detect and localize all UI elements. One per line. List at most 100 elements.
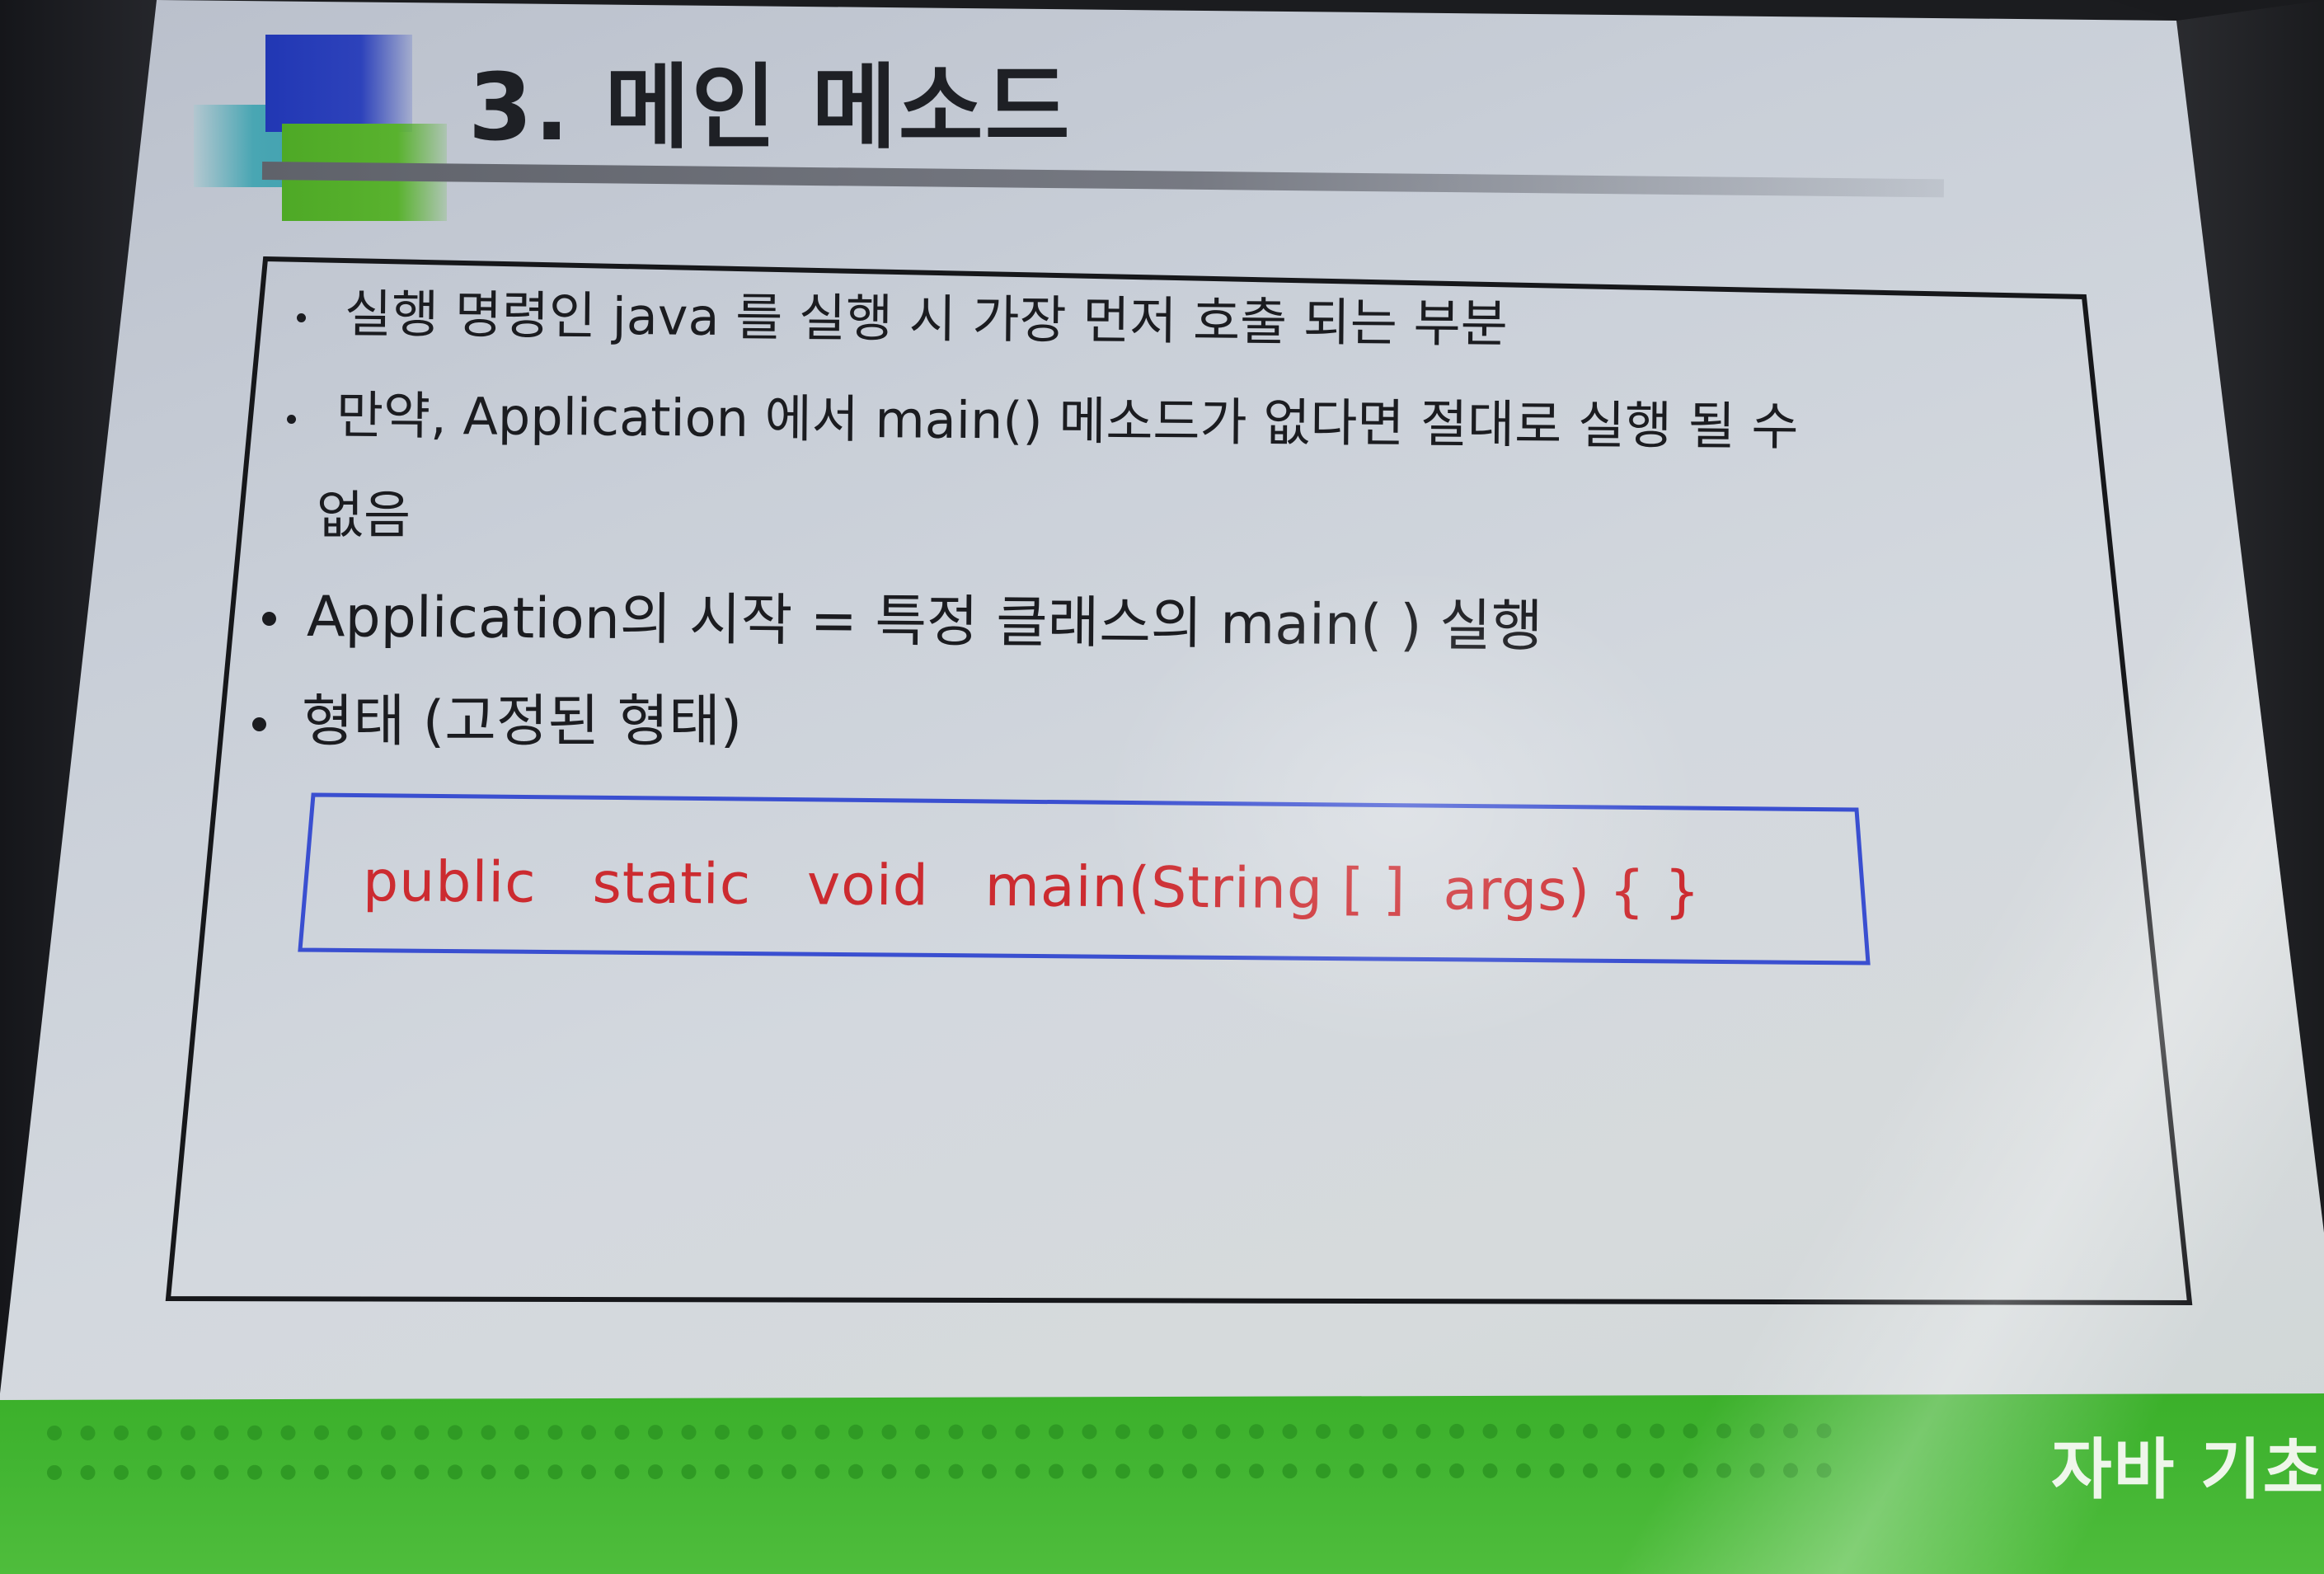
footer-dot — [314, 1464, 329, 1480]
footer-dot — [1516, 1423, 1531, 1439]
footer-dot — [1583, 1463, 1598, 1478]
bullet-text-2: 만약, Application 에서 main() 메소드가 없다면 절대로 실… — [336, 385, 1799, 457]
footer-dot — [414, 1425, 430, 1440]
footer-dot — [1215, 1464, 1231, 1479]
footer-dot — [1115, 1464, 1130, 1479]
footer-dot — [181, 1425, 195, 1440]
footer-dot — [514, 1425, 529, 1440]
footer-dot — [782, 1464, 796, 1479]
footer-dot — [514, 1464, 529, 1480]
footer-dot — [1182, 1464, 1197, 1479]
footer-dot — [1616, 1463, 1631, 1478]
footer-dot — [1282, 1424, 1298, 1440]
footer-dot — [1148, 1424, 1164, 1440]
footer-dot — [1316, 1464, 1331, 1479]
footer-dot — [1549, 1463, 1565, 1478]
footer-dot — [114, 1464, 129, 1480]
footer-dot — [982, 1464, 997, 1479]
footer-dot — [1449, 1423, 1464, 1439]
footer-dot — [47, 1426, 62, 1440]
footer-dot — [1783, 1423, 1798, 1439]
footer-dot — [1549, 1423, 1565, 1439]
footer-dot — [347, 1425, 363, 1440]
footer-dot — [1349, 1464, 1364, 1479]
footer-dot — [848, 1464, 863, 1479]
footer-dot — [1516, 1463, 1531, 1478]
footer-dot — [782, 1424, 796, 1440]
footer-dot — [748, 1424, 763, 1440]
footer-dot — [280, 1464, 296, 1480]
footer-dot — [1316, 1424, 1331, 1440]
footer-dot — [214, 1425, 229, 1440]
footer-dot — [915, 1424, 930, 1440]
footer-dot-pattern — [47, 1423, 1832, 1480]
footer-dot — [1583, 1423, 1598, 1439]
footer-dot — [881, 1424, 897, 1440]
bullet-dot — [297, 313, 306, 322]
footer-dot — [481, 1464, 496, 1480]
footer-dot — [1816, 1463, 1832, 1478]
footer-dot — [80, 1425, 96, 1440]
footer-dot — [1115, 1424, 1130, 1440]
footer-dot — [1049, 1464, 1063, 1479]
footer-dot — [247, 1425, 262, 1440]
footer-dot — [1215, 1424, 1231, 1440]
footer-dot — [648, 1425, 663, 1440]
footer-dot — [948, 1464, 964, 1479]
footer-dot — [681, 1425, 697, 1440]
footer-dot — [881, 1464, 897, 1479]
footer-dot — [1650, 1463, 1664, 1478]
footer-dot — [748, 1464, 763, 1479]
footer-dot — [1383, 1424, 1397, 1439]
footer-dot — [681, 1464, 697, 1480]
footer-dot — [214, 1464, 229, 1480]
photo-of-projected-slide: 3. 메인 메소드 실행 명령인 java 를 실행 시 가장 먼저 호출 되는… — [0, 0, 2324, 1574]
footer-dot — [848, 1424, 863, 1440]
footer-dot — [1683, 1463, 1698, 1478]
footer-dot — [1249, 1464, 1264, 1479]
footer-dot — [381, 1464, 396, 1480]
footer-dot — [314, 1425, 329, 1440]
footer-dot — [1616, 1423, 1631, 1439]
footer-dot — [1015, 1424, 1031, 1440]
footer-dot — [414, 1464, 430, 1480]
footer-dot — [581, 1464, 596, 1480]
footer-dot — [815, 1464, 830, 1479]
bullet-text-3: Application의 시작 = 특정 클래스의 main( ) 실행 — [306, 585, 1543, 660]
bullet-text-1: 실행 명령인 java 를 실행 시 가장 먼저 호출 되는 부분 — [344, 284, 1509, 355]
footer-dot — [247, 1464, 262, 1480]
footer-dot — [1349, 1424, 1364, 1440]
footer-dot — [915, 1464, 930, 1479]
footer-dot — [1182, 1424, 1197, 1440]
footer-dot — [1082, 1424, 1097, 1440]
slide-screen — [0, 0, 2324, 1574]
bullet-text-2-continued: 없음 — [317, 485, 411, 545]
footer-dot — [1049, 1424, 1063, 1440]
footer-dot — [1749, 1423, 1765, 1439]
footer-dot — [581, 1425, 596, 1440]
footer-dot — [1482, 1423, 1498, 1439]
footer-dot — [381, 1425, 396, 1440]
footer-dot — [1650, 1423, 1664, 1439]
footer-dot — [982, 1424, 997, 1440]
footer-dot — [547, 1425, 563, 1440]
footer-dot — [147, 1464, 162, 1480]
footer-dot — [1716, 1423, 1731, 1439]
footer-dot — [114, 1425, 129, 1440]
footer-dot — [181, 1464, 195, 1480]
footer-dot — [80, 1464, 96, 1480]
footer-dot — [614, 1425, 630, 1440]
footer-dot — [1148, 1464, 1164, 1479]
footer-dot — [715, 1425, 730, 1440]
footer-dot — [815, 1424, 830, 1440]
footer-dot — [1716, 1463, 1731, 1478]
footer-dot — [481, 1425, 496, 1440]
footer-dot — [448, 1425, 462, 1440]
footer-dot — [1082, 1464, 1097, 1479]
bullet-dot — [252, 717, 266, 731]
footer-dot — [1482, 1463, 1498, 1478]
slide-title: 3. 메인 메소드 — [468, 54, 1072, 162]
footer-dot — [1282, 1464, 1298, 1479]
bullet-text-4: 형태 (고정된 형태) — [302, 689, 743, 754]
footer-dot — [547, 1464, 563, 1480]
